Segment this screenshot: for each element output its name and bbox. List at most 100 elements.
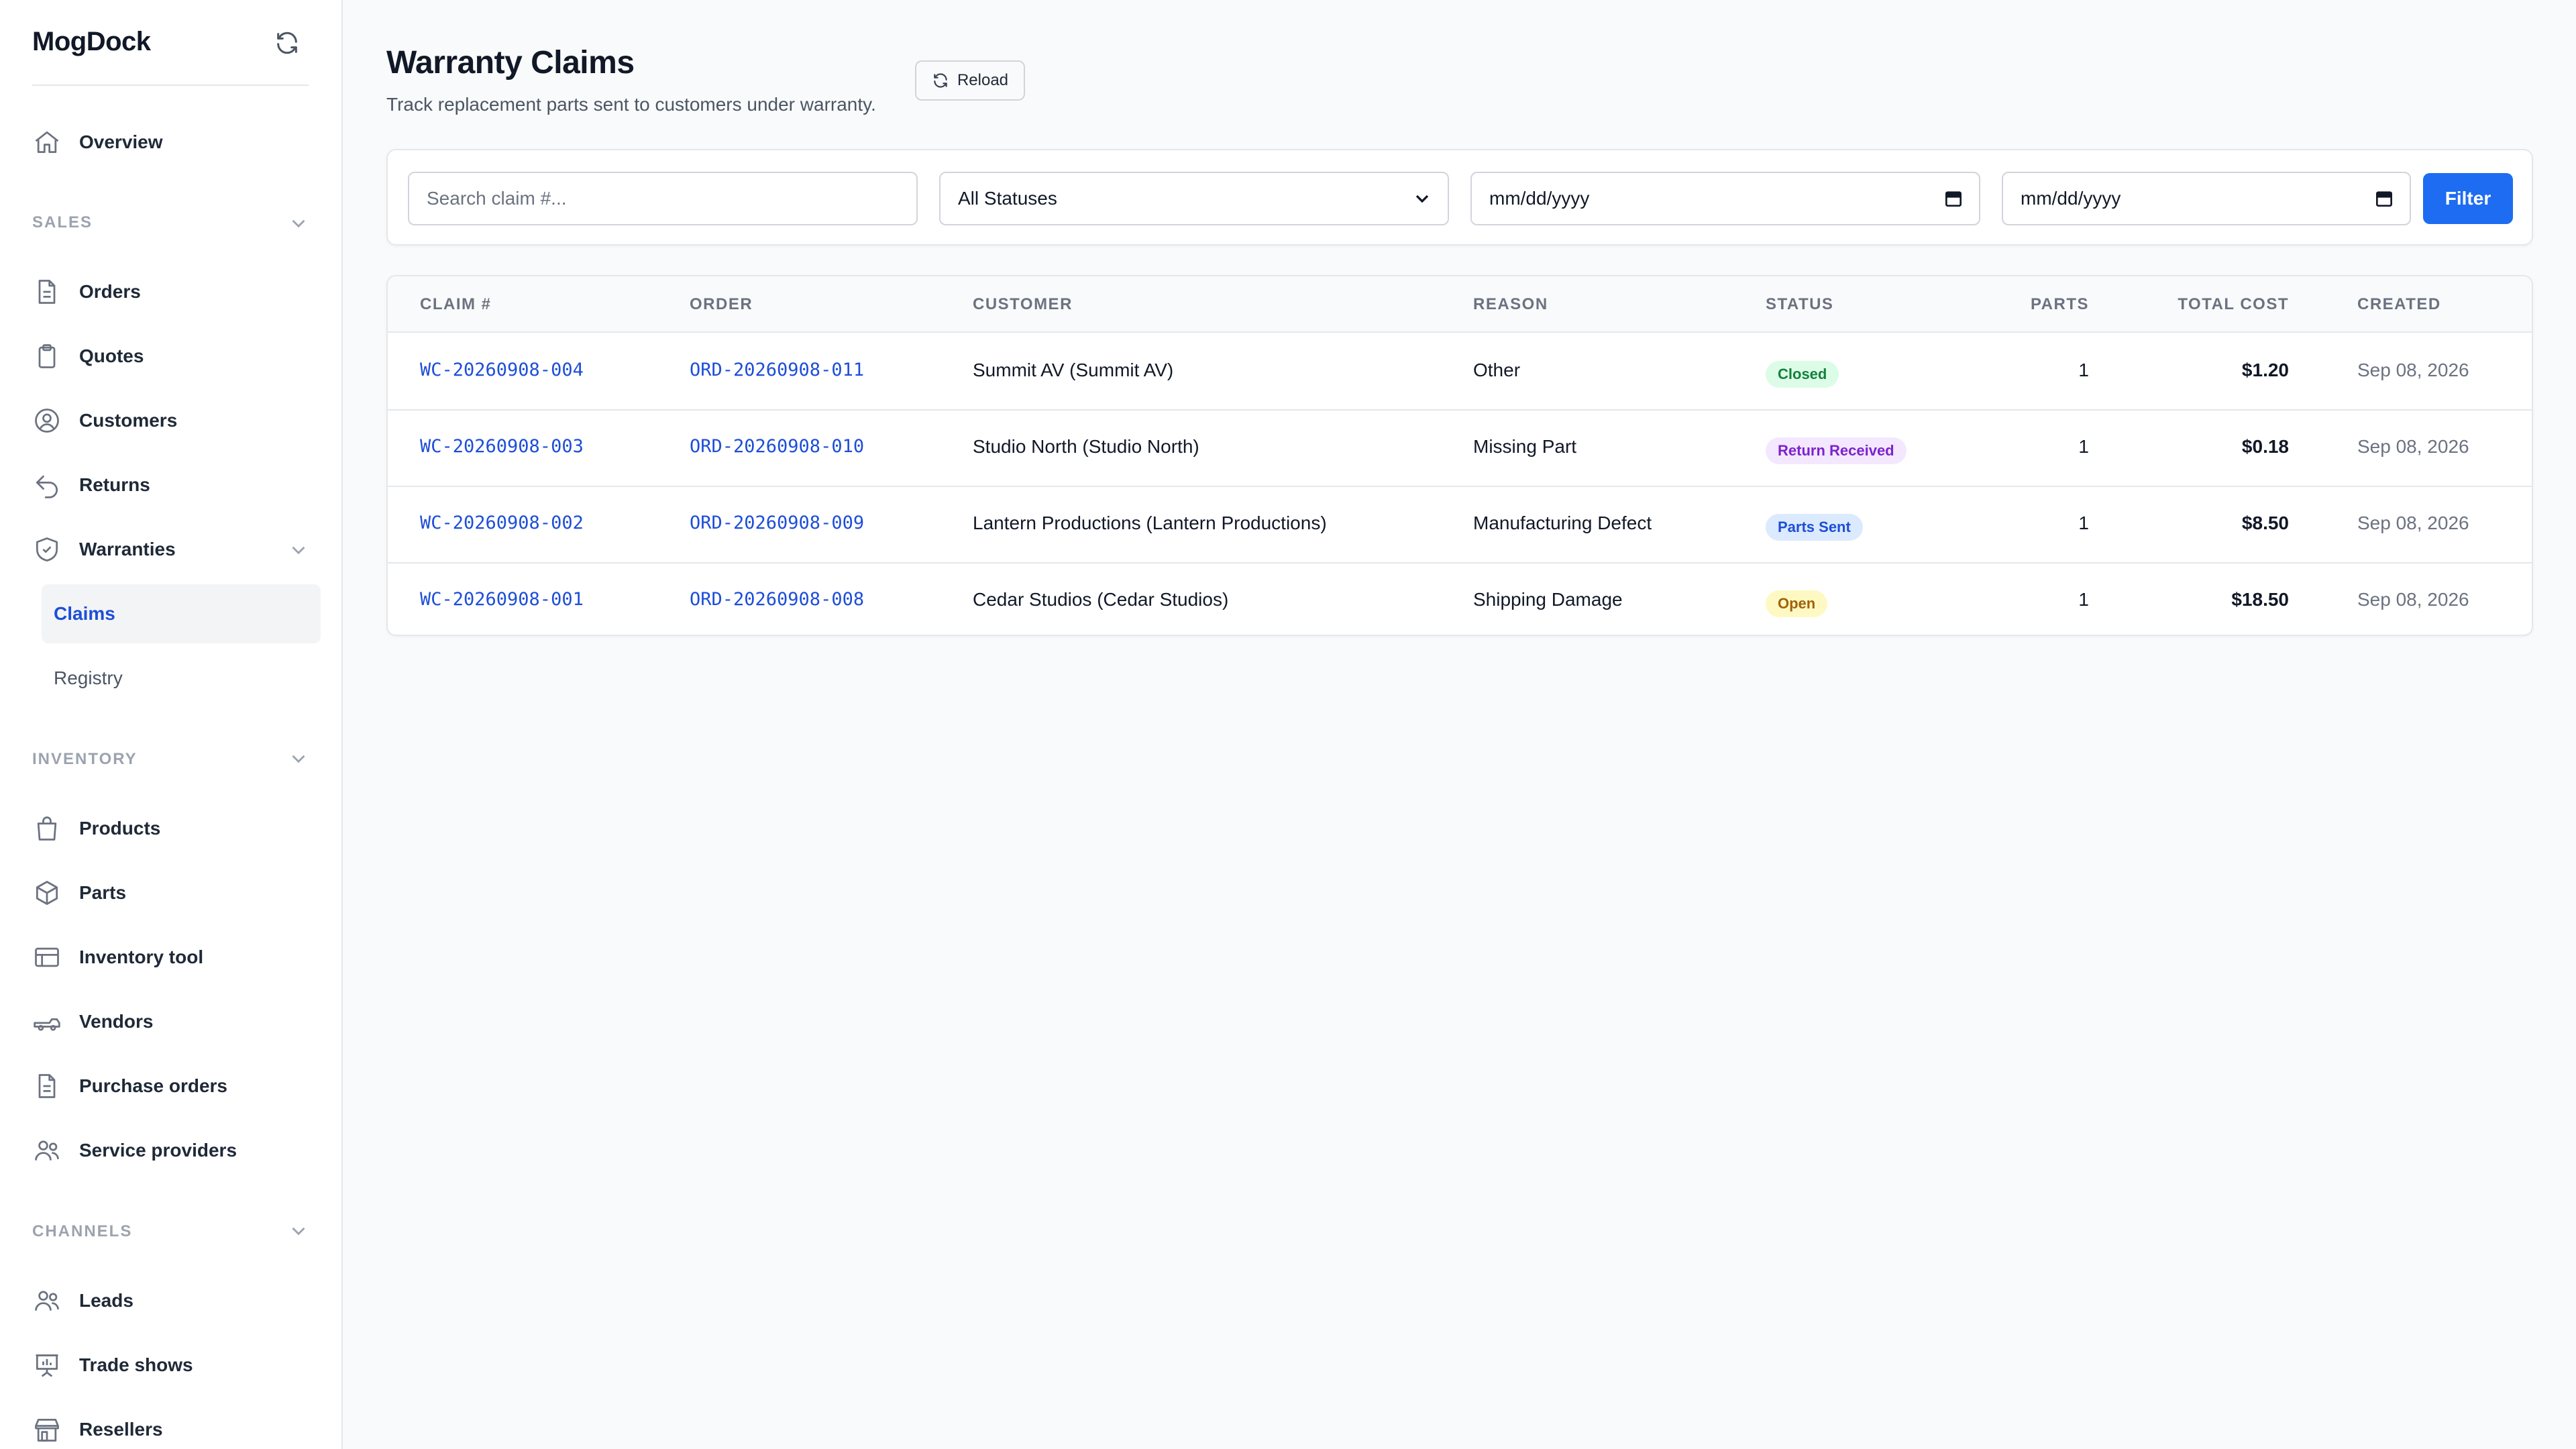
customer-cell: Lantern Productions (Lantern Productions…: [973, 513, 1327, 533]
table-row[interactable]: WC-20260908-001 ORD-20260908-008 Cedar Stu…: [388, 564, 2532, 635]
parts-cell: 1: [2078, 513, 2089, 533]
section-inventory[interactable]: INVENTORY: [32, 750, 138, 769]
search-input[interactable]: Search claim #...: [408, 172, 918, 225]
table-row[interactable]: WC-20260908-003 ORD-20260908-010 Studio No…: [388, 411, 2532, 487]
status-select[interactable]: All Statuses: [939, 172, 1449, 225]
chevron-down-icon[interactable]: [287, 747, 310, 770]
section-sales[interactable]: SALES: [32, 213, 93, 232]
sidebar-item-leads[interactable]: Leads: [32, 1281, 133, 1321]
created-cell: Sep 08, 2026: [2357, 513, 2469, 533]
order-link[interactable]: ORD-20260908-011: [690, 360, 864, 380]
sidebar-item-label: Customers: [79, 410, 178, 431]
sidebar-item-label: Trade shows: [79, 1354, 193, 1375]
reason-cell: Manufacturing Defect: [1473, 513, 1652, 533]
column-header-total-cost[interactable]: TOTAL COST: [2178, 295, 2289, 314]
chevron-down-icon[interactable]: [287, 212, 310, 235]
sidebar-item-resellers[interactable]: Resellers: [32, 1409, 163, 1449]
column-header-order[interactable]: ORDER: [690, 295, 753, 314]
table-row[interactable]: WC-20260908-004 ORD-20260908-011 Summit AV…: [388, 334, 2532, 411]
created-cell: Sep 08, 2026: [2357, 589, 2469, 610]
app-logo[interactable]: MogDock: [32, 27, 151, 57]
column-header-claim[interactable]: CLAIM #: [420, 295, 492, 314]
brand-row: MogDock: [32, 24, 309, 86]
calendar-icon[interactable]: [2373, 188, 2395, 209]
sidebar-item-parts[interactable]: Parts: [32, 873, 126, 913]
reload-label: Reload: [957, 71, 1009, 89]
date-to-input[interactable]: mm/dd/yyyy: [2002, 172, 2411, 225]
refresh-icon[interactable]: [274, 30, 301, 56]
order-link[interactable]: ORD-20260908-009: [690, 513, 864, 533]
section-channels[interactable]: CHANNELS: [32, 1222, 132, 1241]
users-icon: [32, 1136, 62, 1165]
sidebar: MogDock Overview SALES Orders Quotes Cus…: [0, 0, 343, 1449]
sidebar-item-label: Inventory tool: [79, 947, 204, 967]
sidebar-item-label: Warranties: [79, 539, 176, 559]
table-row[interactable]: WC-20260908-002 ORD-20260908-009 Lantern P…: [388, 487, 2532, 564]
sidebar-item-trade-shows[interactable]: Trade shows: [32, 1345, 193, 1385]
column-header-customer[interactable]: CUSTOMER: [973, 295, 1073, 314]
claim-link[interactable]: WC-20260908-003: [420, 436, 584, 457]
cube-icon: [32, 878, 62, 908]
customer-cell: Cedar Studios (Cedar Studios): [973, 589, 1229, 610]
status-badge: Closed: [1766, 361, 1839, 388]
presentation-icon: [32, 1350, 62, 1380]
chevron-down-icon: [1415, 195, 1429, 203]
customer-cell: Studio North (Studio North): [973, 436, 1199, 457]
order-link[interactable]: ORD-20260908-008: [690, 589, 864, 610]
sidebar-item-returns[interactable]: Returns: [32, 465, 150, 505]
sidebar-item-orders[interactable]: Orders: [32, 272, 141, 312]
claim-link[interactable]: WC-20260908-001: [420, 589, 584, 610]
sidebar-item-overview[interactable]: Overview: [32, 122, 163, 162]
truck-icon: [32, 1007, 62, 1036]
calendar-icon[interactable]: [1943, 188, 1964, 209]
total-cost-cell: $18.50: [2231, 589, 2289, 610]
sidebar-item-label: Purchase orders: [79, 1075, 227, 1096]
chevron-down-icon[interactable]: [287, 1220, 310, 1242]
home-icon: [32, 127, 62, 157]
date-from-value: mm/dd/yyyy: [1489, 188, 1590, 209]
filter-button[interactable]: Filter: [2423, 173, 2513, 224]
reload-button[interactable]: Reload: [915, 60, 1025, 101]
table-icon: [32, 943, 62, 972]
customer-cell: Summit AV (Summit AV): [973, 360, 1174, 380]
sidebar-item-label: Vendors: [79, 1011, 154, 1032]
sidebar-item-vendors[interactable]: Vendors: [32, 1002, 153, 1042]
sidebar-item-quotes[interactable]: Quotes: [32, 336, 144, 376]
sidebar-item-label: Parts: [79, 882, 127, 903]
sidebar-item-warranties[interactable]: Warranties: [32, 529, 176, 570]
parts-cell: 1: [2078, 360, 2089, 380]
column-header-parts[interactable]: PARTS: [2031, 295, 2089, 314]
claim-link[interactable]: WC-20260908-004: [420, 360, 584, 380]
chevron-down-icon[interactable]: [287, 539, 310, 561]
date-from-input[interactable]: mm/dd/yyyy: [1470, 172, 1980, 225]
column-header-created[interactable]: CREATED: [2357, 295, 2441, 314]
sidebar-item-inventory-tool[interactable]: Inventory tool: [32, 937, 203, 977]
order-link[interactable]: ORD-20260908-010: [690, 436, 864, 457]
sidebar-item-label: Service providers: [79, 1140, 237, 1161]
status-select-value: All Statuses: [958, 188, 1057, 209]
claim-link[interactable]: WC-20260908-002: [420, 513, 584, 533]
total-cost-cell: $1.20: [2241, 360, 2289, 380]
users-icon: [32, 1286, 62, 1316]
reason-cell: Shipping Damage: [1473, 589, 1623, 610]
sidebar-item-label: Returns: [79, 474, 150, 495]
document-icon: [32, 1071, 62, 1101]
return-arrow-icon: [32, 470, 62, 500]
sidebar-item-label: Products: [79, 818, 161, 839]
document-icon: [32, 277, 62, 307]
claims-table: CLAIM # ORDER CUSTOMER REASON STATUS PAR…: [386, 275, 2533, 636]
sidebar-item-label: Resellers: [79, 1419, 163, 1440]
total-cost-cell: $0.18: [2241, 436, 2289, 457]
sidebar-item-products[interactable]: Products: [32, 808, 160, 849]
sidebar-subitem-registry[interactable]: Registry: [42, 649, 321, 708]
reason-cell: Missing Part: [1473, 436, 1577, 457]
sidebar-subitem-claims[interactable]: Claims: [42, 584, 321, 643]
created-cell: Sep 08, 2026: [2357, 360, 2469, 380]
sidebar-item-service-providers[interactable]: Service providers: [32, 1130, 237, 1171]
status-badge: Return Received: [1766, 437, 1907, 464]
sidebar-item-customers[interactable]: Customers: [32, 400, 177, 441]
column-header-status[interactable]: STATUS: [1766, 295, 1833, 314]
sidebar-item-purchase-orders[interactable]: Purchase orders: [32, 1066, 227, 1106]
clipboard-icon: [32, 341, 62, 371]
column-header-reason[interactable]: REASON: [1473, 295, 1548, 314]
